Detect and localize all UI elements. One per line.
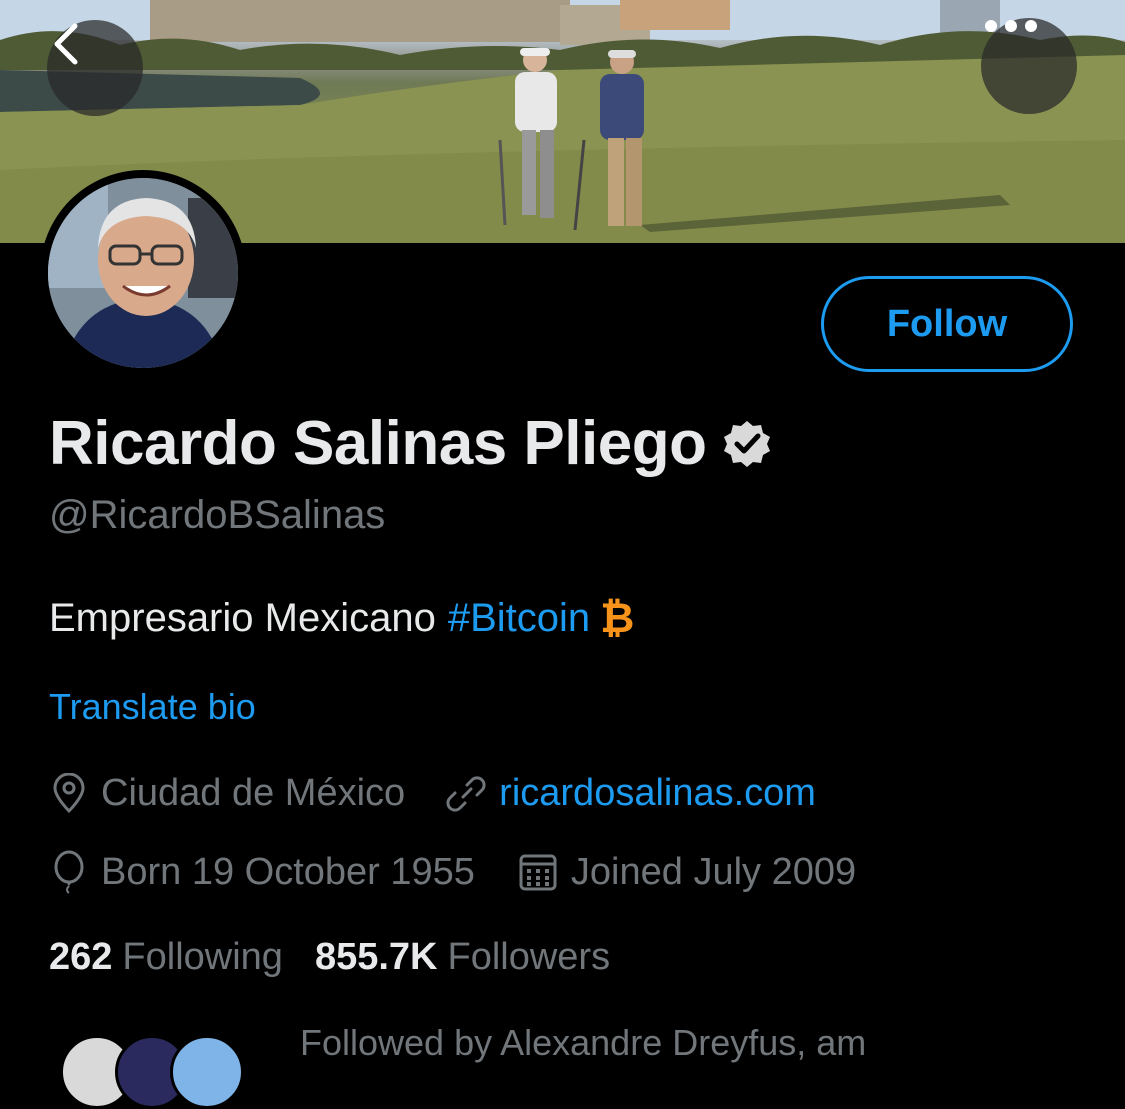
joined-date: Joined July 2009 (517, 851, 856, 894)
follow-button[interactable]: Follow (821, 276, 1073, 372)
bitcoin-emoji-icon: ₿ (600, 594, 635, 641)
profile-meta-row-2: Born 19 October 1955 Joined July 2009 (49, 850, 856, 894)
website[interactable]: ricardosalinas.com (445, 772, 816, 815)
location-pin-icon (53, 772, 85, 813)
back-button[interactable] (47, 20, 143, 116)
ellipsis-icon (985, 20, 1037, 32)
followers-label: Followers (447, 936, 611, 978)
followed-by-avatars[interactable] (60, 1035, 280, 1109)
followers-stat[interactable]: 855.7K Followers (315, 936, 610, 979)
translate-bio-link[interactable]: Translate bio (49, 686, 256, 728)
avatar (170, 1035, 244, 1109)
following-stat[interactable]: 262 Following (49, 936, 283, 979)
follow-stats: 262 Following 855.7K Followers (49, 936, 610, 979)
bio-text: Empresario Mexicano (49, 595, 436, 640)
display-name: Ricardo Salinas Pliego (49, 409, 707, 478)
followers-count: 855.7K (314, 936, 438, 978)
location-text: Ciudad de México (101, 772, 406, 814)
followed-by-text[interactable]: Followed by Alexandre Dreyfus, am (300, 1022, 866, 1064)
birthday-text: Born 19 October 1955 (101, 850, 475, 893)
chevron-left-icon (54, 23, 78, 65)
following-count: 262 (49, 936, 113, 978)
avatar-image (48, 178, 238, 368)
birthday: Born 19 October 1955 (49, 850, 475, 894)
profile-handle: @RicardoBSalinas (49, 493, 386, 537)
website-link[interactable]: ricardosalinas.com (499, 772, 816, 815)
name-row: Ricardo Salinas Pliego (49, 408, 772, 479)
location: Ciudad de México (49, 772, 405, 815)
verified-badge-icon (724, 420, 771, 467)
more-options-button[interactable] (981, 18, 1077, 114)
following-label: Following (122, 936, 283, 978)
balloon-icon (54, 850, 84, 894)
bio-hashtag-link[interactable]: #Bitcoin (448, 596, 590, 641)
profile-meta-row: Ciudad de México ricardosalinas.com (49, 772, 816, 815)
profile-avatar[interactable] (40, 170, 246, 376)
calendar-icon (519, 854, 557, 891)
link-icon (446, 775, 486, 812)
joined-text: Joined July 2009 (570, 850, 857, 893)
profile-bio: Empresario Mexicano #Bitcoin ₿ (49, 594, 634, 642)
